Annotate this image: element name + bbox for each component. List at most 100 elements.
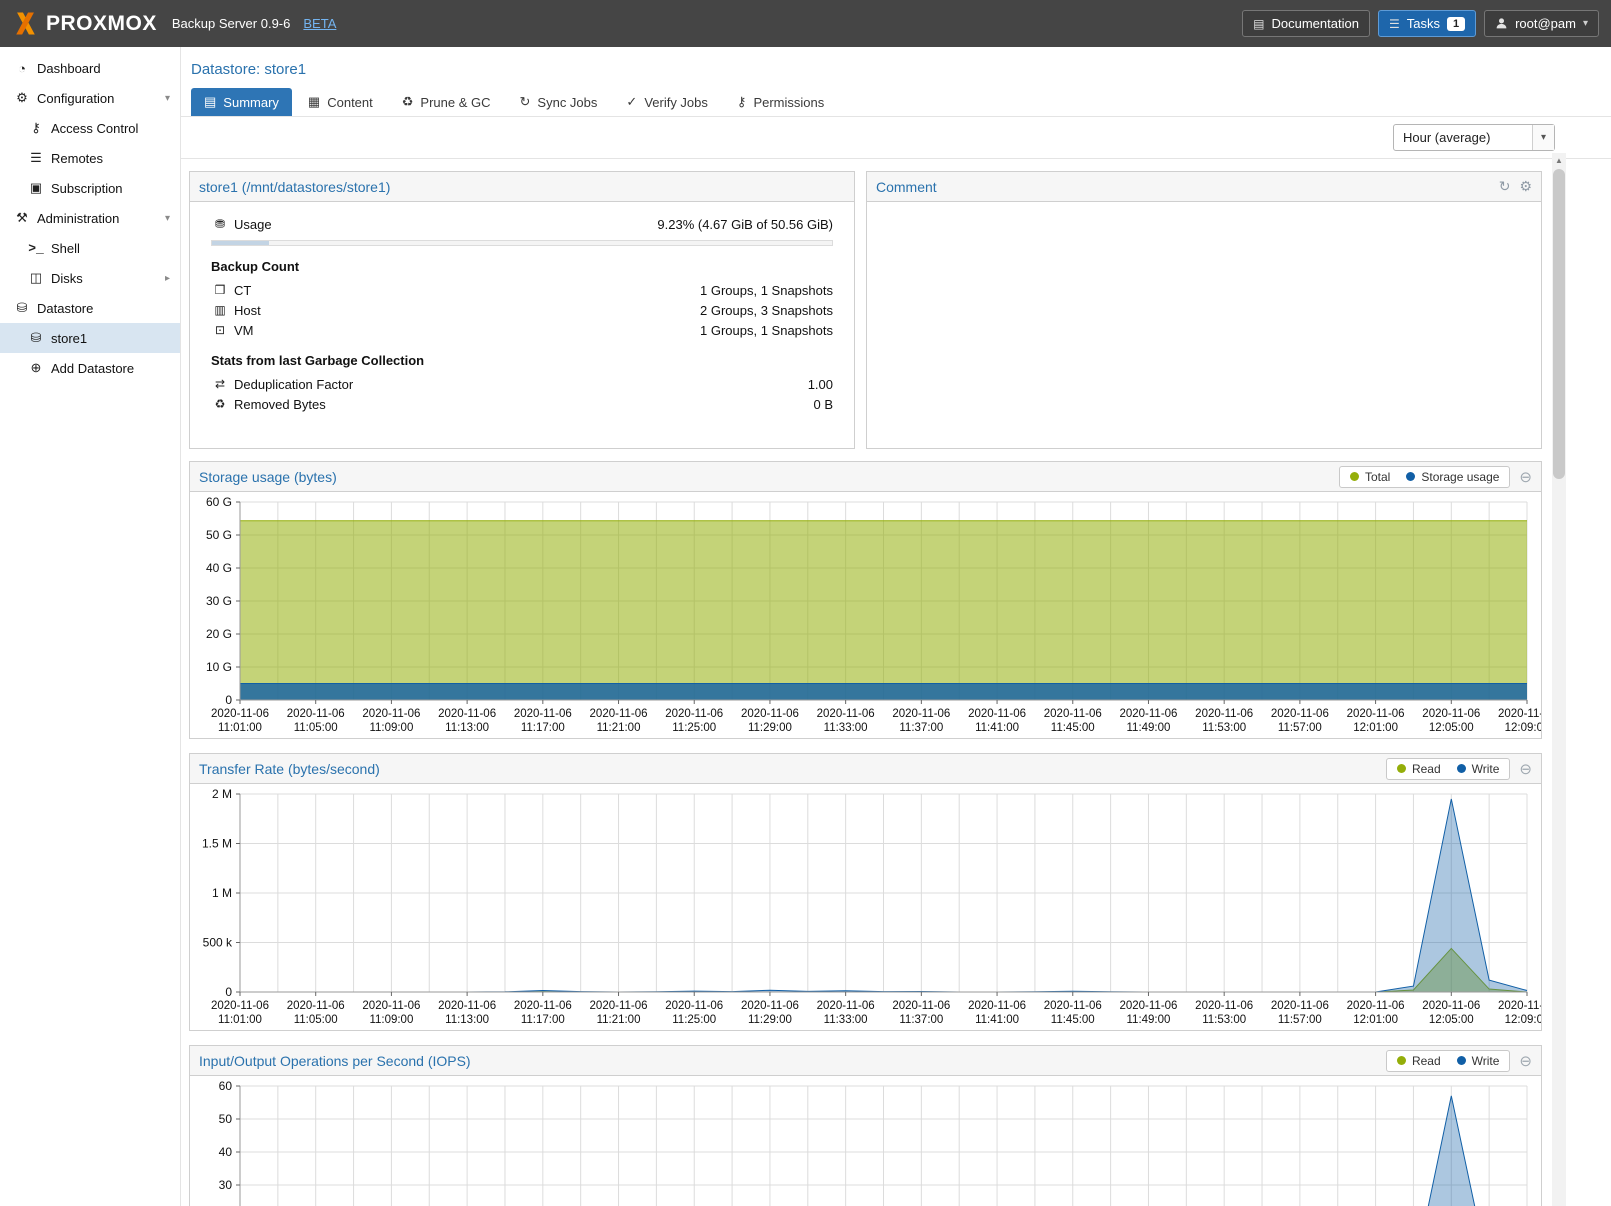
legend-dot: [1397, 764, 1406, 773]
legend-dot: [1457, 1056, 1466, 1065]
sidebar-item-dashboard[interactable]: ◔ Dashboard: [0, 53, 180, 83]
legend-item-write[interactable]: Write: [1457, 762, 1500, 776]
iops-panel: Input/Output Operations per Second (IOPS…: [189, 1045, 1542, 1206]
svg-text:11:09:00: 11:09:00: [369, 1014, 413, 1026]
svg-text:60 G: 60 G: [206, 495, 232, 509]
svg-text:11:25:00: 11:25:00: [672, 722, 716, 734]
tab-sync-jobs[interactable]: ↻ Sync Jobs: [507, 88, 611, 116]
gc-stats-title: Stats from last Garbage Collection: [211, 353, 833, 368]
tab-label: Permissions: [753, 95, 824, 110]
beta-link[interactable]: BETA: [303, 16, 336, 31]
sidebar-item-label: Shell: [51, 241, 80, 256]
sidebar-item-add-datastore[interactable]: ⊕ Add Datastore: [0, 353, 180, 383]
tab-bar: ▤ Summary ▦ Content ♻ Prune & GC ↻ Sync …: [181, 88, 1611, 117]
unlock-icon: ⚷: [737, 94, 747, 110]
svg-text:2020-11-06: 2020-11-06: [287, 1000, 345, 1012]
svg-text:12:09:00: 12:09:00: [1505, 722, 1541, 734]
comment-panel: Comment ↻ ⚙: [866, 171, 1542, 449]
product-version: Backup Server 0.9-6: [172, 16, 291, 31]
check-circle-icon: ✓: [626, 94, 637, 110]
sidebar-item-datastore[interactable]: ⛁ Datastore: [0, 293, 180, 323]
svg-text:2020-11-06: 2020-11-06: [968, 1000, 1026, 1012]
row-value: 1 Groups, 1 Snapshots: [700, 323, 833, 338]
svg-text:2020-11-06: 2020-11-06: [590, 708, 648, 720]
sidebar-item-label: Datastore: [37, 301, 93, 316]
sidebar-item-administration[interactable]: ⚒ Administration ▾: [0, 203, 180, 233]
legend-item-write[interactable]: Write: [1457, 1054, 1500, 1068]
chevron-down-icon[interactable]: ▾: [165, 93, 170, 104]
sidebar: ◔ Dashboard ⚙ Configuration ▾ ⚷ Access C…: [0, 47, 181, 1206]
svg-text:2020-11-06: 2020-11-06: [1271, 1000, 1329, 1012]
tab-permissions[interactable]: ⚷ Permissions: [724, 88, 837, 116]
svg-text:11:33:00: 11:33:00: [824, 722, 868, 734]
sidebar-item-remotes[interactable]: ☰ Remotes: [0, 143, 180, 173]
brand-name: PROXMOX: [46, 12, 157, 36]
tab-label: Verify Jobs: [644, 95, 708, 110]
summary-panel-header: store1 (/mnt/datastores/store1): [190, 172, 854, 202]
sidebar-item-subscription[interactable]: ▣ Subscription: [0, 173, 180, 203]
sidebar-item-configuration[interactable]: ⚙ Configuration ▾: [0, 83, 180, 113]
comment-panel-tools: ↻ ⚙: [1499, 178, 1532, 195]
tasks-button[interactable]: ☰ Tasks 1: [1378, 10, 1476, 37]
plus-circle-icon: ⊕: [26, 360, 46, 376]
vertical-scrollbar[interactable]: ▲: [1552, 153, 1566, 1206]
gc-row-dedup: ⇄ Deduplication Factor 1.00: [211, 374, 833, 394]
dashboard-icon: ◔: [12, 61, 32, 76]
legend-item-storage-usage[interactable]: Storage usage: [1406, 470, 1499, 484]
documentation-button[interactable]: ▤ Documentation: [1242, 10, 1370, 37]
timeframe-select[interactable]: Hour (average) ▾: [1393, 124, 1555, 151]
terminal-icon: >_: [26, 241, 46, 256]
collapse-icon[interactable]: ⊖: [1519, 1052, 1532, 1070]
svg-text:2020-11-06: 2020-11-06: [1271, 708, 1329, 720]
gear-icon[interactable]: ⚙: [1519, 178, 1532, 195]
svg-text:11:45:00: 11:45:00: [1051, 1014, 1095, 1026]
tab-content[interactable]: ▦ Content: [295, 88, 386, 116]
user-menu-button[interactable]: root@pam ▾: [1484, 10, 1599, 37]
svg-text:2020-11-06: 2020-11-06: [211, 1000, 269, 1012]
svg-text:10 G: 10 G: [206, 660, 232, 674]
sidebar-item-label: Remotes: [51, 151, 103, 166]
scrollbar-thumb[interactable]: [1553, 169, 1565, 479]
scroll-up-button[interactable]: ▲: [1552, 153, 1566, 168]
svg-text:50 G: 50 G: [206, 528, 232, 542]
tab-label: Prune & GC: [420, 95, 490, 110]
chevron-right-icon[interactable]: ▸: [165, 273, 170, 284]
ticket-icon: ▣: [26, 180, 46, 196]
documentation-button-label: Documentation: [1272, 16, 1359, 31]
collapse-icon[interactable]: ⊖: [1519, 468, 1532, 486]
tab-summary[interactable]: ▤ Summary: [191, 88, 292, 116]
svg-text:2020-11-06: 2020-11-06: [1498, 1000, 1541, 1012]
svg-text:60: 60: [219, 1079, 233, 1093]
usage-label: Usage: [234, 217, 272, 232]
legend-item-read[interactable]: Read: [1397, 762, 1441, 776]
collapse-icon[interactable]: ⊖: [1519, 760, 1532, 778]
key-icon: ⚷: [26, 120, 46, 136]
server-stack-icon: ☰: [26, 150, 46, 166]
tasks-count-badge: 1: [1447, 17, 1465, 31]
tab-verify-jobs[interactable]: ✓ Verify Jobs: [613, 88, 721, 116]
comment-panel-body[interactable]: [867, 202, 1541, 448]
legend-item-total[interactable]: Total: [1350, 470, 1390, 484]
refresh-icon[interactable]: ↻: [1499, 178, 1511, 195]
book-icon: ▤: [204, 94, 216, 110]
sidebar-item-access-control[interactable]: ⚷ Access Control: [0, 113, 180, 143]
iops-chart: 01020304050602020-11-0611:01:002020-11-0…: [190, 1076, 1541, 1206]
sidebar-item-store1[interactable]: ⛁ store1: [0, 323, 180, 353]
sync-icon: ↻: [520, 94, 531, 110]
svg-text:2020-11-06: 2020-11-06: [1498, 708, 1541, 720]
iops-legend: Read Write: [1386, 1050, 1510, 1072]
sidebar-item-shell[interactable]: >_ Shell: [0, 233, 180, 263]
tab-label: Content: [327, 95, 373, 110]
svg-text:12:05:00: 12:05:00: [1429, 1014, 1474, 1026]
svg-text:2020-11-06: 2020-11-06: [1044, 708, 1102, 720]
tab-prune-gc[interactable]: ♻ Prune & GC: [389, 88, 504, 116]
legend-item-read[interactable]: Read: [1397, 1054, 1441, 1068]
svg-text:20 G: 20 G: [206, 627, 232, 641]
row-value: 1.00: [808, 377, 833, 392]
chevron-down-icon[interactable]: ▾: [165, 213, 170, 224]
book-icon: ▤: [1253, 17, 1264, 31]
sidebar-item-disks[interactable]: ◫ Disks ▸: [0, 263, 180, 293]
chart-toolbar: Hour (average) ▾: [181, 117, 1611, 159]
svg-text:2020-11-06: 2020-11-06: [817, 708, 875, 720]
svg-text:2020-11-06: 2020-11-06: [438, 708, 496, 720]
